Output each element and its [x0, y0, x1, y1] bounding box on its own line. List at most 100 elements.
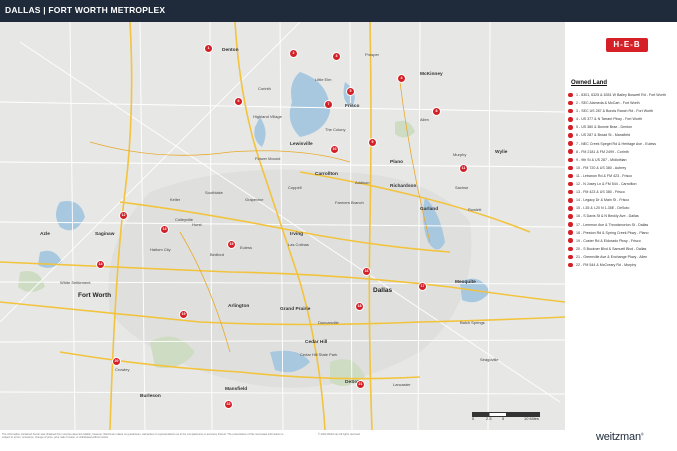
place-label-azle: Azle: [40, 232, 50, 237]
legend-item[interactable]: 3 - SEC US 287 & Bonds Ranch Rd - Fort W…: [568, 107, 676, 115]
legend-item[interactable]: 10 - FM 720 & US 380 - Aubrey: [568, 164, 676, 172]
disclaimer-text: The information contained herein was obt…: [2, 433, 284, 440]
place-label-grand-prairie: Grand Prairie: [280, 307, 311, 312]
place-label-rowlett: Rowlett: [468, 207, 482, 212]
legend-marker-icon: [568, 117, 573, 122]
location-pin-9[interactable]: 9: [368, 138, 377, 147]
place-label-balch-springs: Balch Springs: [460, 320, 485, 325]
legend-marker-icon: [568, 133, 573, 138]
legend-item[interactable]: 6 - US 287 & Broad St - Mansfield: [568, 131, 676, 139]
location-pin-18[interactable]: 18: [355, 302, 364, 311]
legend-marker-icon: [568, 198, 573, 203]
legend-item[interactable]: 18 - Preston Rd & Spring Creek Pkwy - Pl…: [568, 229, 676, 237]
place-label-irving: Irving: [290, 232, 304, 237]
location-pin-4[interactable]: 4: [397, 74, 406, 83]
legend-item[interactable]: 19 - Custer Rd & Eldorado Pkwy - Frisco: [568, 237, 676, 245]
legend-marker-icon: [568, 189, 573, 195]
location-pin-15[interactable]: 15: [227, 240, 236, 249]
copyright-text: © 2023 Weitzman All rights reserved: [318, 433, 360, 436]
scale-tick-2: 5: [502, 416, 505, 421]
location-pin-20[interactable]: 20: [112, 357, 121, 366]
legend-item[interactable]: 11 - Lebanon Rd & FM 423 - Frisco: [568, 172, 676, 180]
legend-item[interactable]: 8 - FM 2181 & FM 2499 - Corinth: [568, 148, 676, 156]
legend-marker-icon: [568, 246, 573, 252]
legend-marker-icon: [568, 165, 573, 171]
location-pin-5[interactable]: 5: [346, 87, 355, 96]
place-label-lancaster: Lancaster: [393, 382, 411, 387]
location-pin-7[interactable]: 7: [324, 100, 333, 109]
legend-item[interactable]: 21 - Greenville Ave & Exchange Pkwy - Al…: [568, 253, 676, 261]
location-pin-11[interactable]: 11: [459, 164, 468, 173]
map-basemap: [0, 22, 565, 430]
legend-marker-icon: [568, 100, 573, 106]
place-label-denton: Denton: [222, 48, 239, 53]
legend-item[interactable]: 14 - Legacy Dr & Main St - Frisco: [568, 196, 676, 204]
place-label-addison: Addison: [355, 180, 370, 185]
location-pin-10[interactable]: 10: [330, 145, 339, 154]
legend-marker-icon: [568, 254, 573, 260]
page-title: DALLAS | FORT WORTH METROPLEX: [5, 5, 166, 15]
location-pin-21[interactable]: 21: [356, 380, 365, 389]
location-pin-17[interactable]: 17: [418, 282, 427, 291]
location-pin-3[interactable]: 3: [332, 52, 341, 61]
location-pin-2[interactable]: 2: [289, 49, 298, 58]
legend-marker-icon: [568, 262, 573, 268]
place-label-euless: Euless: [240, 245, 253, 250]
legend-item[interactable]: 22 - FM 544 & McCreary Rd - Murphy: [568, 261, 676, 269]
location-pin-13[interactable]: 13: [160, 225, 169, 234]
legend-item[interactable]: 13 - FM 423 & US 380 - Frisco: [568, 188, 676, 196]
place-label-seagoville: Seagoville: [480, 357, 499, 362]
place-label-lewisville: Lewisville: [290, 142, 313, 147]
place-label-mckinney: McKinney: [420, 72, 443, 77]
location-pin-1[interactable]: 1: [204, 44, 213, 53]
place-label-grapevine: Grapevine: [245, 197, 264, 202]
place-label-richardson: Richardson: [390, 184, 417, 189]
legend-item[interactable]: 5 - US 380 & Bonnie Brae - Denton: [568, 123, 676, 131]
scale-tick-0: 0: [472, 416, 475, 421]
place-label-cedar-hill-state-park: Cedar Hill State Park: [300, 352, 338, 357]
brand-registered-mark: ®: [640, 431, 644, 437]
location-pin-12[interactable]: 12: [119, 211, 128, 220]
legend-title: Owned Land: [571, 80, 607, 86]
legend-item[interactable]: 9 - 9th St & US 287 - Midlothian: [568, 156, 676, 164]
legend-marker-icon: [568, 206, 573, 211]
legend-item[interactable]: 16 - S Davis St & N Beckly Ave - Dallas: [568, 212, 676, 220]
scale-tick-1: 2.5: [486, 416, 492, 421]
place-label-arlington: Arlington: [228, 304, 250, 309]
legend-item[interactable]: 7 - NEC Creek Spegel Rd & Heritage Ave -…: [568, 140, 676, 148]
place-label-coppell: Coppell: [288, 185, 302, 190]
legend-item[interactable]: 2 - SEC Alameda & McCart - Fort Worth: [568, 99, 676, 107]
place-label-cedar-hill: Cedar Hill: [305, 340, 328, 345]
place-label-fort-worth: Fort Worth: [78, 292, 112, 299]
place-label-frisco: Frisco: [345, 104, 360, 109]
location-pin-22[interactable]: 22: [224, 400, 233, 409]
place-label-crowley: Crowley: [115, 367, 130, 372]
legend-marker-icon: [568, 157, 573, 163]
place-label-bedford: Bedford: [210, 252, 225, 257]
location-pin-16[interactable]: 16: [362, 267, 371, 276]
legend-item[interactable]: 1 - 6301, 6325 & 6351 W Bailey Boswell R…: [568, 91, 676, 99]
location-pin-19[interactable]: 19: [179, 310, 188, 319]
place-label-prosper: Prosper: [365, 52, 380, 57]
place-label-keller: Keller: [170, 197, 181, 202]
legend-item[interactable]: 20 - S Buckner Blvd & Samuell Blvd - Dal…: [568, 245, 676, 253]
legend-item[interactable]: 4 - US 377 & N Tarrant Pkwy - Fort Worth: [568, 115, 676, 123]
weitzman-logo: weitzman®: [596, 431, 644, 443]
place-label-wylie: Wylie: [495, 150, 508, 155]
location-pin-6[interactable]: 6: [234, 97, 243, 106]
place-label-highland-village: Highland Village: [253, 114, 282, 119]
place-label-the-colony: The Colony: [325, 127, 346, 132]
place-label-burleson: Burleson: [140, 394, 161, 399]
legend-item[interactable]: 12 - N Josey Ln & FM 544 - Carrollton: [568, 180, 676, 188]
place-label-haltom-city: Haltom City: [150, 247, 171, 252]
legend-item[interactable]: 15 - I-35 & I-20 N 1-35E - DeSoto: [568, 204, 676, 212]
place-label-little-elm: Little Elm: [315, 77, 332, 82]
location-pin-8[interactable]: 8: [432, 107, 441, 116]
map-area[interactable]: Denton Lewisville Frisco McKinney Allen …: [0, 22, 565, 430]
location-pin-14[interactable]: 14: [96, 260, 105, 269]
scale-tick-3: 10 Miles: [524, 416, 539, 421]
heb-logo: H-E-B: [606, 38, 648, 52]
scale-bar: 0 2.5 5 10 Miles: [472, 412, 542, 426]
legend-marker-icon: [568, 222, 573, 227]
legend-item[interactable]: 17 - Lemmon Ave & Throckmorton St - Dall…: [568, 221, 676, 229]
